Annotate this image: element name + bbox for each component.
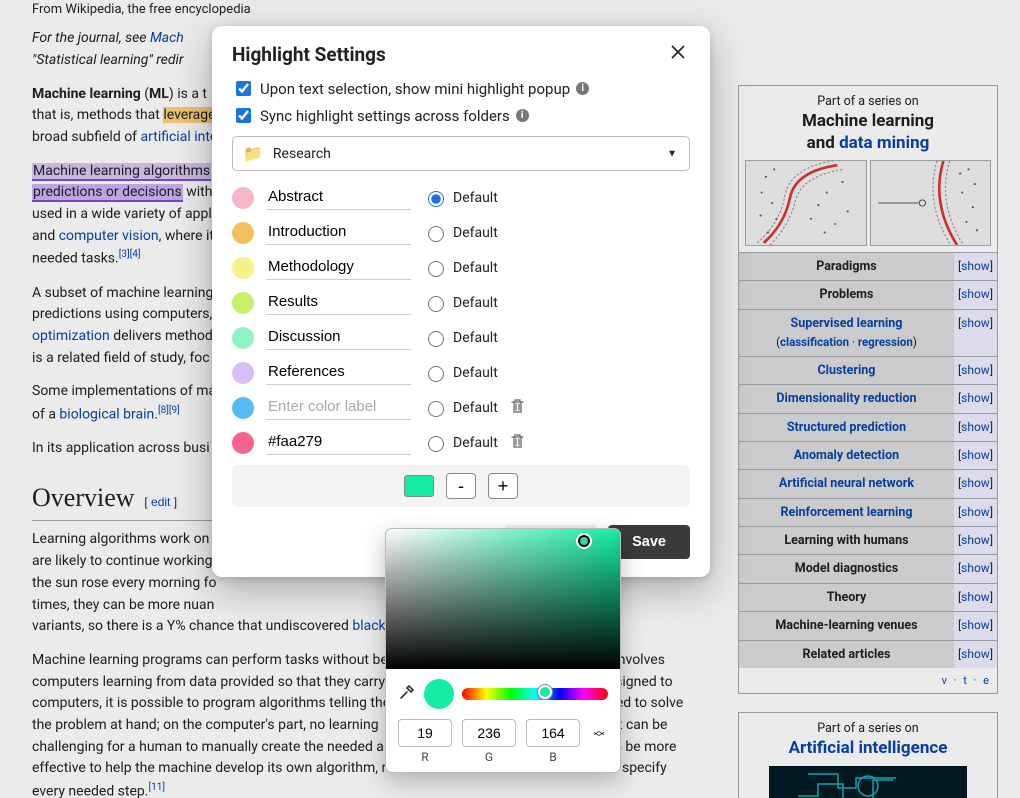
color-row: Default — [232, 325, 690, 350]
g-input[interactable] — [462, 719, 516, 747]
option-sync-label: Sync highlight settings across folders — [260, 107, 510, 125]
eyedropper-icon[interactable] — [398, 683, 416, 705]
color-mode-toggle[interactable]: ︿﹀ — [590, 719, 608, 741]
color-swatch[interactable] — [232, 327, 254, 349]
default-radio[interactable] — [428, 226, 444, 242]
highlight-settings-modal: Highlight Settings Upon text selection, … — [212, 26, 710, 577]
r-input[interactable] — [398, 719, 452, 747]
option-sync[interactable]: Sync highlight settings across folders i — [232, 105, 690, 126]
default-radio[interactable] — [428, 296, 444, 312]
hue-slider[interactable] — [462, 688, 608, 700]
color-label-input[interactable] — [266, 220, 411, 245]
remove-color-button[interactable]: - — [446, 473, 476, 499]
default-radio-wrap[interactable]: Default — [423, 258, 498, 277]
color-swatch[interactable] — [232, 187, 254, 209]
color-picker: R G B ︿﹀ — [385, 528, 621, 773]
default-label: Default — [453, 260, 498, 276]
close-button[interactable] — [666, 40, 690, 68]
color-label-input[interactable] — [266, 255, 411, 280]
color-label-input[interactable] — [266, 360, 411, 385]
color-swatch[interactable] — [232, 362, 254, 384]
color-rows: Default Default Default Default Default Defau… — [232, 185, 690, 455]
color-row: Default — [232, 395, 690, 420]
default-label: Default — [453, 365, 498, 381]
option-mini-popup-label: Upon text selection, show mini highlight… — [260, 80, 570, 98]
default-radio[interactable] — [428, 401, 444, 417]
color-swatch[interactable] — [232, 222, 254, 244]
default-label: Default — [453, 330, 498, 346]
b-input[interactable] — [526, 719, 580, 747]
color-label-input[interactable] — [266, 395, 411, 420]
color-row: Default — [232, 360, 690, 385]
default-label: Default — [453, 190, 498, 206]
option-mini-popup[interactable]: Upon text selection, show mini highlight… — [232, 78, 690, 99]
color-preview — [424, 679, 454, 709]
folder-select[interactable]: 📁 Research ▼ — [232, 136, 690, 171]
sv-cursor[interactable] — [578, 535, 590, 547]
color-row: Default — [232, 255, 690, 280]
checkbox-mini-popup[interactable] — [236, 81, 251, 96]
default-label: Default — [453, 435, 498, 451]
default-radio[interactable] — [428, 436, 444, 452]
color-swatch[interactable] — [232, 397, 254, 419]
hue-cursor[interactable] — [538, 685, 552, 699]
default-radio[interactable] — [428, 261, 444, 277]
color-row: Default — [232, 220, 690, 245]
info-icon[interactable]: i — [576, 82, 589, 95]
add-color-button[interactable]: + — [488, 473, 518, 499]
default-radio-wrap[interactable]: Default — [423, 433, 498, 452]
default-radio-wrap[interactable]: Default — [423, 293, 498, 312]
new-color-swatch[interactable] — [404, 475, 434, 497]
default-radio[interactable] — [428, 191, 444, 207]
default-radio-wrap[interactable]: Default — [423, 328, 498, 347]
default-radio[interactable] — [428, 331, 444, 347]
default-radio-wrap[interactable]: Default — [423, 223, 498, 242]
color-swatch[interactable] — [232, 292, 254, 314]
color-label-input[interactable] — [266, 325, 411, 350]
checkbox-sync[interactable] — [236, 108, 251, 123]
color-label-input[interactable] — [266, 185, 411, 210]
default-radio-wrap[interactable]: Default — [423, 188, 498, 207]
color-label-input[interactable] — [266, 430, 411, 455]
color-swatch[interactable] — [232, 257, 254, 279]
folder-icon: 📁 — [243, 144, 263, 163]
trash-icon[interactable] — [510, 433, 525, 453]
modal-title: Highlight Settings — [232, 43, 386, 66]
color-row: Default — [232, 185, 690, 210]
default-label: Default — [453, 225, 498, 241]
g-label: G — [462, 750, 516, 764]
trash-icon[interactable] — [510, 398, 525, 418]
chevron-down-icon: ▼ — [667, 148, 677, 159]
saturation-value-area[interactable] — [386, 529, 620, 669]
default-radio-wrap[interactable]: Default — [423, 398, 498, 417]
color-row: Default — [232, 430, 690, 455]
default-label: Default — [453, 400, 498, 416]
color-label-input[interactable] — [266, 290, 411, 315]
color-row: Default — [232, 290, 690, 315]
color-swatch[interactable] — [232, 432, 254, 454]
folder-name: Research — [273, 146, 331, 162]
add-color-panel: - + — [232, 465, 690, 507]
default-radio[interactable] — [428, 366, 444, 382]
r-label: R — [398, 750, 452, 764]
default-radio-wrap[interactable]: Default — [423, 363, 498, 382]
info-icon[interactable]: i — [516, 109, 529, 122]
default-label: Default — [453, 295, 498, 311]
b-label: B — [526, 750, 580, 764]
